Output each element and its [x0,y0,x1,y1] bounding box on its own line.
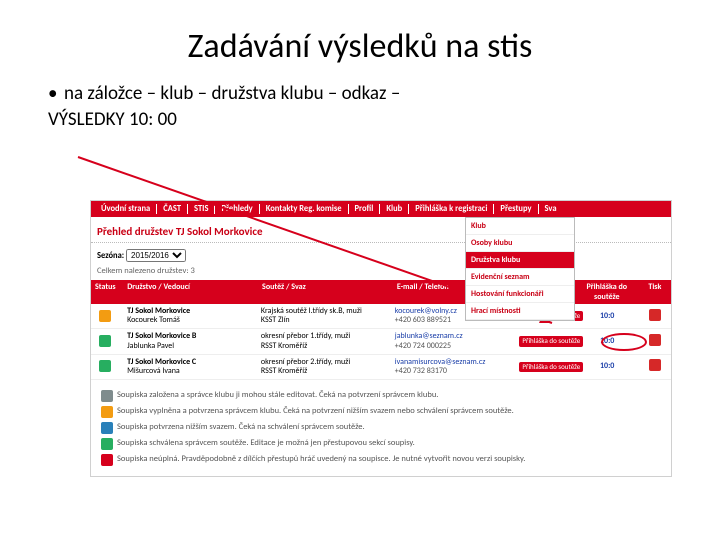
table-row: TJ Sokol Morkovice CMišurcová Ivanaokres… [91,355,671,380]
nav-item[interactable]: Přestupy [494,204,538,214]
competition-cell: okresní přebor 1.třídy, mužiRSST Kroměří… [257,329,391,353]
legend: Soupiska založena a správce klubu ji moh… [91,380,671,476]
dropdown-item[interactable]: Osoby klubu [466,235,574,252]
legend-icon [101,438,113,450]
legend-icon [101,406,113,418]
status-icon [99,335,111,347]
table-row: TJ Sokol Morkovice BJablunka Pavelokresn… [91,329,671,354]
klub-dropdown[interactable]: KlubOsoby klubuDružstva klubuEvidenční s… [465,217,575,321]
print-cell[interactable] [639,306,671,327]
team-cell[interactable]: TJ Sokol Morkovice CMišurcová Ivana [123,355,257,379]
contact-cell: jablunka@seznam.cz+420 724 000225 [391,329,516,353]
dropdown-item[interactable]: Hrací místnosti [466,303,574,320]
nav-item[interactable]: Sva [539,204,563,214]
dropdown-item[interactable]: Klub [466,218,574,235]
legend-icon [101,454,113,466]
pdf-icon[interactable] [649,334,661,346]
competition-cell: Krajská soutěž I.třídy sk.B, mužiKSST Zl… [257,304,391,328]
print-cell[interactable] [639,356,671,377]
pdf-icon[interactable] [649,359,661,371]
table-row: TJ Sokol MorkoviceKocourek TomášKrajská … [91,304,671,329]
legend-item: Soupiska založena a správce klubu ji moh… [97,388,665,402]
soupiska-cell[interactable]: Přihláška do soutěže [515,333,575,349]
nav-item[interactable]: Klub [380,204,409,214]
section-heading: Přehled družstev TJ Sokol Morkovice [91,217,671,242]
count-text: Celkem nalezeno družstev: 3 [91,266,671,280]
pdf-icon[interactable] [649,309,661,321]
legend-icon [101,390,113,402]
top-nav[interactable]: Úvodní stranaČASTSTISPřehledyKontakty Re… [91,201,671,217]
season-select[interactable]: 2015/2016 [126,249,186,262]
score-link[interactable]: 10:0 [575,309,639,324]
status-icon [99,360,111,372]
slide-title: Zadávání výsledků na stis [40,26,680,67]
nav-item[interactable]: Kontakty Reg. komise [260,204,349,214]
score-link[interactable]: 10:0 [575,359,639,374]
competition-cell: okresní přebor 2.třídy, mužiRSST Kroměří… [257,355,391,379]
nav-item[interactable]: Profil [349,204,381,214]
soupiska-cell[interactable]: Přihláška do soutěže [515,359,575,375]
status-icon [99,310,111,322]
dropdown-item[interactable]: Evidenční seznam [466,269,574,286]
legend-icon [101,422,113,434]
dropdown-item[interactable]: Hostování funkcionáři [466,286,574,303]
nav-item[interactable]: STIS [188,204,215,214]
nav-item[interactable]: Úvodní strana [95,204,157,214]
team-cell[interactable]: TJ Sokol MorkoviceKocourek Tomáš [123,304,257,328]
team-cell[interactable]: TJ Sokol Morkovice BJablunka Pavel [123,329,257,353]
legend-item: Soupiska neúplná. Pravděpodobně z dílčíc… [97,452,665,466]
nav-item[interactable]: Přehledy [215,204,259,214]
legend-item: Soupiska vyplněna a potvrzena správcem k… [97,404,665,418]
season-row: Sezóna: 2015/2016 [91,247,671,266]
dropdown-item[interactable]: Družstva klubu [466,252,574,269]
legend-item: Soupiska potvrzena nižším svazem. Čeká n… [97,420,665,434]
legend-item: Soupiska schválena správcem soutěže. Edi… [97,436,665,450]
bullet-text: •na záložce – klub – družstva klubu – od… [48,81,680,132]
contact-cell: ivanamisurcova@seznam.cz+420 732 83170 [391,355,516,379]
screenshot-panel: Úvodní stranaČASTSTISPřehledyKontakty Re… [90,200,672,477]
nav-item[interactable]: ČAST [157,204,188,214]
table-header: Status Družstvo / Vedoucí Soutěž / Svaz … [91,280,671,304]
highlight-ellipse [601,333,647,351]
nav-item[interactable]: Přihláška k registraci [409,204,494,214]
